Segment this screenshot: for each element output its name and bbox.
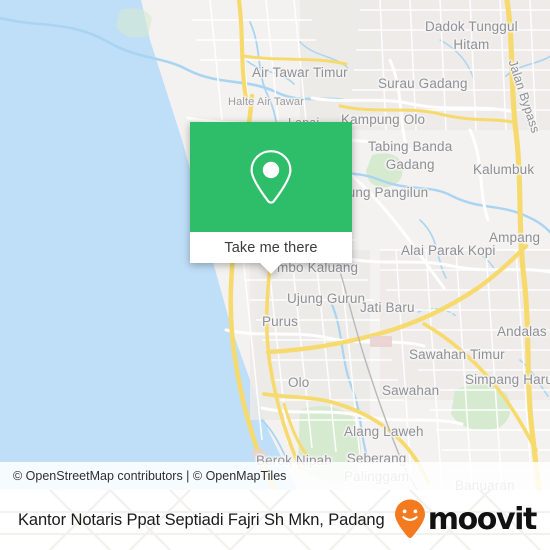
place-title: Kantor Notaris Ppat Septiadi Fajri Sh Mk… bbox=[18, 510, 385, 529]
location-popup-card[interactable]: Take me there bbox=[190, 122, 352, 274]
take-me-there-button[interactable]: Take me there bbox=[190, 232, 352, 263]
moovit-pin-icon bbox=[393, 498, 427, 543]
popup-header bbox=[190, 122, 352, 232]
map-pin-icon bbox=[248, 148, 294, 206]
attribution-text[interactable]: © OpenStreetMap contributors | © OpenMap… bbox=[13, 469, 286, 483]
popup-pointer-tail bbox=[260, 263, 282, 274]
map-canvas[interactable]: Air Tawar Timur Halte Air Tawar Dadok Tung… bbox=[0, 0, 550, 490]
moovit-map-screenshot: Air Tawar Timur Halte Air Tawar Dadok Tung… bbox=[0, 0, 550, 550]
map-attribution-bar: © OpenStreetMap contributors | © OpenMap… bbox=[0, 462, 550, 490]
moovit-wordmark: moovit bbox=[427, 502, 538, 537]
footer-bar: Kantor Notaris Ppat Septiadi Fajri Sh Mk… bbox=[0, 490, 550, 550]
moovit-logo[interactable]: moovit bbox=[393, 498, 538, 543]
